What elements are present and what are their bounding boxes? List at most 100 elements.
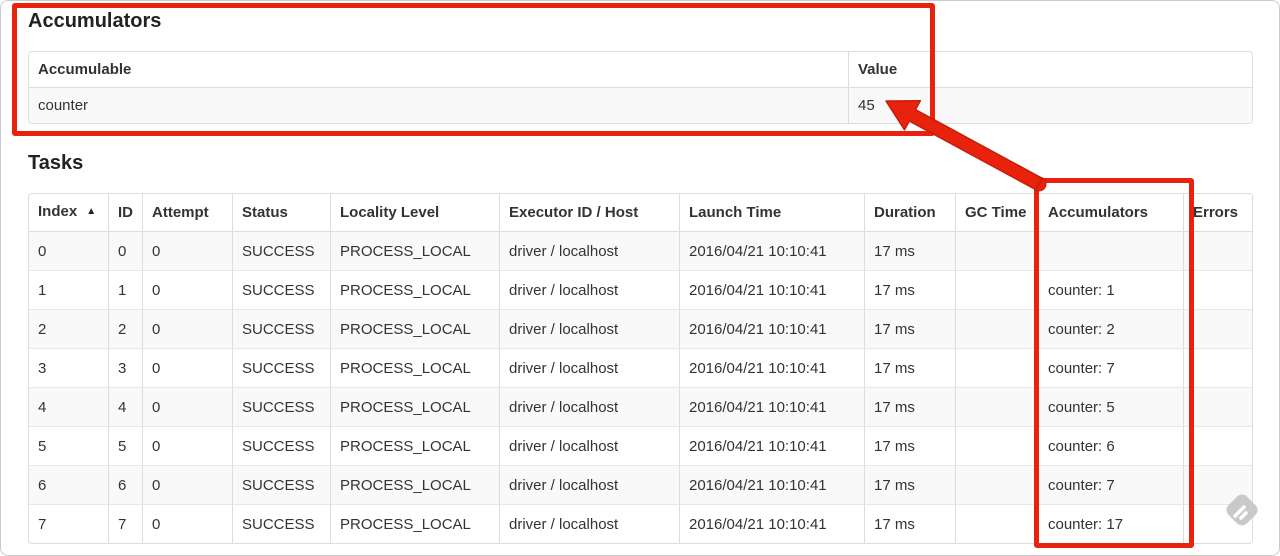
task-cell-status: SUCCESS: [233, 388, 331, 427]
task-cell-status: SUCCESS: [233, 310, 331, 349]
task-cell-errors: [1184, 349, 1252, 388]
task-cell-duration: 17 ms: [865, 232, 956, 271]
column-header-label: Errors: [1193, 204, 1239, 221]
task-cell-status: SUCCESS: [233, 427, 331, 466]
task-row: 2 2 0 SUCCESS PROCESS_LOCAL driver / localhos…: [29, 310, 1252, 349]
column-header-label: Executor ID / Host: [509, 204, 639, 221]
task-cell-attempt: 0: [143, 349, 233, 388]
task-cell-locality-level: PROCESS_LOCAL: [331, 232, 500, 271]
task-cell-duration: 17 ms: [865, 310, 956, 349]
task-row: 7 7 0 SUCCESS PROCESS_LOCAL driver / localhos…: [29, 505, 1252, 543]
task-cell-status: SUCCESS: [233, 505, 331, 543]
task-cell-errors: [1184, 466, 1252, 505]
task-cell-launch-time: 2016/04/21 10:10:41: [680, 271, 865, 310]
task-cell-executor-id-host: driver / localhost: [500, 427, 680, 466]
tasks-column-header-executor-id-host[interactable]: Executor ID / Host: [500, 194, 680, 232]
accumulators-table-header-row: Accumulable Value: [29, 52, 1252, 88]
column-header-value: Value: [849, 52, 1252, 88]
task-cell-accumulators: counter: 1: [1039, 271, 1184, 310]
task-cell-index: 4: [29, 388, 109, 427]
task-cell-executor-id-host: driver / localhost: [500, 310, 680, 349]
task-cell-id: 0: [109, 232, 143, 271]
task-cell-id: 1: [109, 271, 143, 310]
task-cell-locality-level: PROCESS_LOCAL: [331, 427, 500, 466]
tasks-column-header-gc-time[interactable]: GC Time: [956, 194, 1039, 232]
task-cell-errors: [1184, 388, 1252, 427]
task-cell-locality-level: PROCESS_LOCAL: [331, 310, 500, 349]
column-header-label: Status: [242, 204, 288, 221]
task-row: 1 1 0 SUCCESS PROCESS_LOCAL driver / localhos…: [29, 271, 1252, 310]
column-header-label: Duration: [874, 204, 936, 221]
task-cell-attempt: 0: [143, 427, 233, 466]
task-cell-index: 5: [29, 427, 109, 466]
tasks-column-header-attempt[interactable]: Attempt: [143, 194, 233, 232]
spark-ui-stage-page: Accumulators Accumulable Value counter 4…: [0, 0, 1280, 556]
accumulators-section-heading: Accumulators: [28, 10, 162, 32]
task-cell-executor-id-host: driver / localhost: [500, 466, 680, 505]
sort-ascending-icon: ▲: [86, 206, 97, 217]
task-cell-index: 2: [29, 310, 109, 349]
tasks-column-header-errors[interactable]: Errors: [1184, 194, 1252, 232]
task-cell-gc-time: [956, 232, 1039, 271]
task-cell-id: 5: [109, 427, 143, 466]
task-cell-accumulators: counter: 7: [1039, 349, 1184, 388]
task-cell-attempt: 0: [143, 505, 233, 543]
task-cell-gc-time: [956, 505, 1039, 543]
task-cell-index: 3: [29, 349, 109, 388]
task-cell-accumulators: counter: 2: [1039, 310, 1184, 349]
column-header-label: GC Time: [965, 204, 1027, 221]
tasks-column-header-accumulators[interactable]: Accumulators: [1039, 194, 1184, 232]
tasks-column-header-status[interactable]: Status: [233, 194, 331, 232]
task-cell-index: 1: [29, 271, 109, 310]
task-cell-executor-id-host: driver / localhost: [500, 388, 680, 427]
task-cell-locality-level: PROCESS_LOCAL: [331, 388, 500, 427]
task-cell-launch-time: 2016/04/21 10:10:41: [680, 466, 865, 505]
tasks-column-header-index[interactable]: Index ▲: [29, 194, 109, 232]
task-cell-duration: 17 ms: [865, 388, 956, 427]
task-row: 3 3 0 SUCCESS PROCESS_LOCAL driver / localhos…: [29, 349, 1252, 388]
column-header-label: ID: [118, 204, 133, 221]
task-row: 6 6 0 SUCCESS PROCESS_LOCAL driver / localhos…: [29, 466, 1252, 505]
tasks-column-header-launch-time[interactable]: Launch Time: [680, 194, 865, 232]
column-header-label: Accumulators: [1048, 204, 1149, 221]
task-cell-accumulators: counter: 6: [1039, 427, 1184, 466]
accumulable-value-cell: 45: [858, 97, 875, 114]
task-cell-attempt: 0: [143, 232, 233, 271]
task-cell-errors: [1184, 427, 1252, 466]
task-cell-accumulators: counter: 5: [1039, 388, 1184, 427]
task-cell-duration: 17 ms: [865, 427, 956, 466]
task-cell-executor-id-host: driver / localhost: [500, 349, 680, 388]
task-cell-duration: 17 ms: [865, 349, 956, 388]
column-header-accumulable: Accumulable: [29, 52, 849, 88]
task-cell-launch-time: 2016/04/21 10:10:41: [680, 505, 865, 543]
task-cell-status: SUCCESS: [233, 349, 331, 388]
task-cell-index: 7: [29, 505, 109, 543]
task-cell-locality-level: PROCESS_LOCAL: [331, 505, 500, 543]
accumulators-table: Accumulable Value counter 45: [28, 51, 1253, 124]
task-cell-launch-time: 2016/04/21 10:10:41: [680, 388, 865, 427]
task-cell-gc-time: [956, 310, 1039, 349]
task-cell-duration: 17 ms: [865, 466, 956, 505]
task-cell-errors: [1184, 505, 1252, 543]
tasks-column-header-locality-level[interactable]: Locality Level: [331, 194, 500, 232]
tasks-table: Index ▲ ID Attempt Status Locality Level Execu…: [28, 193, 1253, 544]
task-cell-gc-time: [956, 271, 1039, 310]
task-cell-id: 7: [109, 505, 143, 543]
tasks-column-header-id[interactable]: ID: [109, 194, 143, 232]
task-cell-executor-id-host: driver / localhost: [500, 232, 680, 271]
task-cell-accumulators: [1039, 232, 1184, 271]
task-cell-executor-id-host: driver / localhost: [500, 505, 680, 543]
column-header-label: Attempt: [152, 204, 209, 221]
tasks-column-header-duration[interactable]: Duration: [865, 194, 956, 232]
task-row: 5 5 0 SUCCESS PROCESS_LOCAL driver / localhos…: [29, 427, 1252, 466]
task-cell-id: 4: [109, 388, 143, 427]
column-header-label: Locality Level: [340, 204, 440, 221]
accumulator-row: counter 45: [29, 88, 1252, 123]
task-cell-status: SUCCESS: [233, 466, 331, 505]
task-cell-attempt: 0: [143, 388, 233, 427]
task-cell-gc-time: [956, 388, 1039, 427]
task-cell-errors: [1184, 310, 1252, 349]
task-cell-gc-time: [956, 427, 1039, 466]
task-cell-locality-level: PROCESS_LOCAL: [331, 349, 500, 388]
tasks-section-heading: Tasks: [28, 152, 84, 174]
